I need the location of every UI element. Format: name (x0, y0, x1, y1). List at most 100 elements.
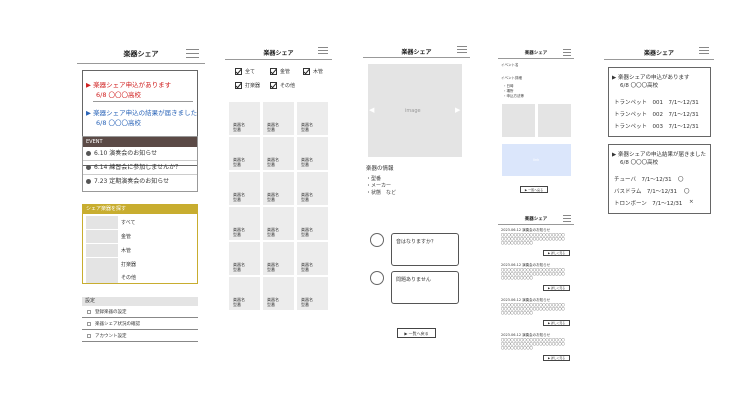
instrument-card[interactable]: 楽器名 型番 (229, 102, 260, 135)
instrument-card-label: 楽器名 型番 (233, 122, 245, 132)
instrument-card-label: 楽器名 型番 (233, 157, 245, 167)
instrument-card-label: 楽器名 型番 (267, 262, 279, 272)
header-divider (498, 224, 574, 225)
instrument-card-label: 楽器名 型番 (267, 192, 279, 202)
settings-item-label: アカウント設定 (95, 334, 127, 339)
requests-header: 楽器シェア (604, 42, 714, 60)
filter-woodwind[interactable]: 木管 (303, 68, 323, 75)
instrument-card[interactable]: 楽器名 型番 (263, 172, 294, 205)
instrument-card[interactable]: 楽器名 型番 (263, 102, 294, 135)
instrument-card[interactable]: 楽器名 型番 (297, 207, 328, 240)
event-item[interactable]: 7.23 定期演奏会のお知らせ (83, 175, 197, 189)
hamburger-menu-icon[interactable] (318, 47, 328, 57)
share-item-other[interactable]: その他 (121, 274, 136, 281)
detail-button[interactable]: ▶ 詳しく見る (543, 355, 570, 361)
detail-button[interactable]: ▶ 詳しく見る (543, 250, 570, 256)
share-section: シェア楽器を探す すべて 金管 木管 打楽器 その他 (82, 204, 198, 284)
home-screen: 楽器シェア ▶ 楽器シェア申込があります 6/8 〇〇〇高校 ▶ 楽器シェア申込… (77, 42, 205, 358)
checkbox-icon (270, 82, 277, 89)
share-thumb (86, 216, 118, 229)
notice-title-1[interactable]: ▶ 楽器シェア申込があります (86, 79, 171, 89)
filter-brass[interactable]: 金管 (270, 68, 290, 75)
instrument-card[interactable]: 楽器名 型番 (263, 207, 294, 240)
share-item-woodwind[interactable]: 木管 (121, 247, 131, 254)
hamburger-menu-icon[interactable] (186, 49, 199, 61)
share-thumb (86, 258, 118, 271)
info-line: ・メーカー (366, 183, 392, 189)
hamburger-menu-icon[interactable] (699, 47, 709, 57)
share-item-all[interactable]: すべて (121, 219, 135, 226)
image-label: image (405, 108, 421, 114)
instrument-card[interactable]: 楽器名 型番 (263, 242, 294, 275)
instrument-card[interactable]: 楽器名 型番 (297, 242, 328, 275)
header-divider (498, 58, 574, 59)
settings-item[interactable]: アカウント設定 (82, 330, 198, 342)
detail-screen: 楽器シェア image ◀ ▶ 楽器の情報 ・型番 ・メーカー ・状態 など 音… (363, 42, 470, 342)
checkbox-icon (303, 68, 310, 75)
back-to-list-button[interactable]: ▶ 一覧へ戻る (397, 328, 436, 338)
header-divider (77, 63, 205, 64)
instrument-card[interactable]: 楽器名 型番 (297, 277, 328, 310)
instrument-card[interactable]: 楽器名 型番 (263, 277, 294, 310)
event-item-label: 6.14 練習会に参加しませんか？ (94, 164, 182, 171)
instrument-card[interactable]: 楽器名 型番 (297, 172, 328, 205)
message-text: 音はなりますか？ (396, 239, 437, 245)
event-header: EVENT (83, 137, 197, 147)
notice-sub-2: 6/8 〇〇〇高校 (96, 119, 142, 127)
event-list-screen: 楽器シェア 2023.06.12 演奏会のお知らせ 〇〇〇〇〇〇〇〇〇〇〇〇〇〇〇… (498, 212, 574, 362)
instrument-card[interactable]: 楽器名 型番 (263, 137, 294, 170)
settings-header: 設定 (82, 297, 198, 306)
request-row[interactable]: トランペット 001 7/1〜12/31 (614, 98, 699, 106)
list-header: 楽器シェア (225, 42, 332, 60)
instrument-card[interactable]: 楽器名 型番 (229, 137, 260, 170)
back-to-list-button[interactable]: ▶ 一覧へ戻る (520, 186, 548, 193)
result-mark: × (689, 199, 694, 205)
instrument-card-label: 楽器名 型番 (267, 297, 279, 307)
instrument-card[interactable]: 楽器名 型番 (229, 242, 260, 275)
request-row[interactable]: トランペット 003 7/1〜12/31 (614, 122, 699, 130)
info-line: ・型番 (366, 176, 382, 182)
event-name: イベント名 (501, 63, 519, 67)
share-item-percussion[interactable]: 打楽器 (121, 261, 136, 268)
filter-other[interactable]: その他 (270, 82, 295, 89)
share-item-brass[interactable]: 金管 (121, 233, 131, 240)
list-screen: 楽器シェア 全て 金管 木管 打楽器 その他 楽器名 型番 楽器名 型番 楽器名 型… (225, 42, 332, 342)
event-image (538, 104, 571, 137)
instrument-card[interactable]: 楽器名 型番 (297, 102, 328, 135)
checkbox-icon (235, 82, 242, 89)
message-text: 問題ありません (396, 277, 431, 283)
detail-button[interactable]: ▶ 詳しく見る (543, 285, 570, 291)
settings-item[interactable]: 登録楽器の設定 (82, 306, 198, 318)
notice-body: 〇〇〇〇〇〇〇〇〇〇〇〇〇〇〇〇〇〇〇〇 〇〇〇〇〇〇〇〇〇〇〇〇〇〇〇〇〇〇〇… (501, 233, 565, 245)
message-bubble: 問題ありません (391, 271, 459, 304)
carousel-next-icon[interactable]: ▶ (455, 106, 460, 114)
request-box-title: ▶ 楽器シェアの申込があります (612, 75, 690, 81)
instrument-card-label: 楽器名 型番 (301, 192, 313, 202)
filter-percussion[interactable]: 打楽器 (235, 82, 260, 89)
instrument-card[interactable]: 楽器名 型番 (229, 172, 260, 205)
header-divider (363, 57, 470, 58)
notice-body: 〇〇〇〇〇〇〇〇〇〇〇〇〇〇〇〇〇〇〇〇 〇〇〇〇〇〇〇〇〇〇〇〇〇〇〇〇〇〇〇… (501, 268, 565, 280)
instrument-card[interactable]: 楽器名 型番 (297, 137, 328, 170)
instrument-card-label: 楽器名 型番 (301, 297, 313, 307)
notice-title-2[interactable]: ▶ 楽器シェア申込の結果が届きました (86, 107, 197, 117)
carousel-prev-icon[interactable]: ◀ (369, 106, 374, 114)
result-row: バスドラム 7/1〜12/31 (614, 189, 678, 195)
request-box-sub: 6/8 〇〇〇高校 (620, 83, 659, 89)
link-label: link (533, 158, 540, 162)
notice-body: 〇〇〇〇〇〇〇〇〇〇〇〇〇〇〇〇〇〇〇〇 〇〇〇〇〇〇〇〇〇〇〇〇〇〇〇〇〇〇〇… (501, 303, 565, 315)
settings-item[interactable]: 楽器シェア状況の確認 (82, 318, 198, 330)
request-row[interactable]: トランペット 002 7/1〜12/31 (614, 110, 699, 118)
hamburger-menu-icon[interactable] (457, 46, 467, 56)
instrument-card[interactable]: 楽器名 型番 (229, 207, 260, 240)
event-detail-line: ・申込方法等 (503, 94, 524, 98)
detail-button[interactable]: ▶ 詳しく見る (543, 320, 570, 326)
instrument-card[interactable]: 楽器名 型番 (229, 277, 260, 310)
event-link-box[interactable]: link (502, 144, 571, 176)
settings-item-label: 楽器シェア状況の確認 (95, 322, 140, 327)
avatar (370, 233, 384, 247)
filter-all[interactable]: 全て (235, 68, 255, 75)
event-item[interactable]: 6.10 演奏会のお知らせ (83, 147, 197, 161)
event-item[interactable]: 6.14 練習会に参加しませんか？ (83, 161, 197, 175)
instrument-card-label: 楽器名 型番 (301, 157, 313, 167)
